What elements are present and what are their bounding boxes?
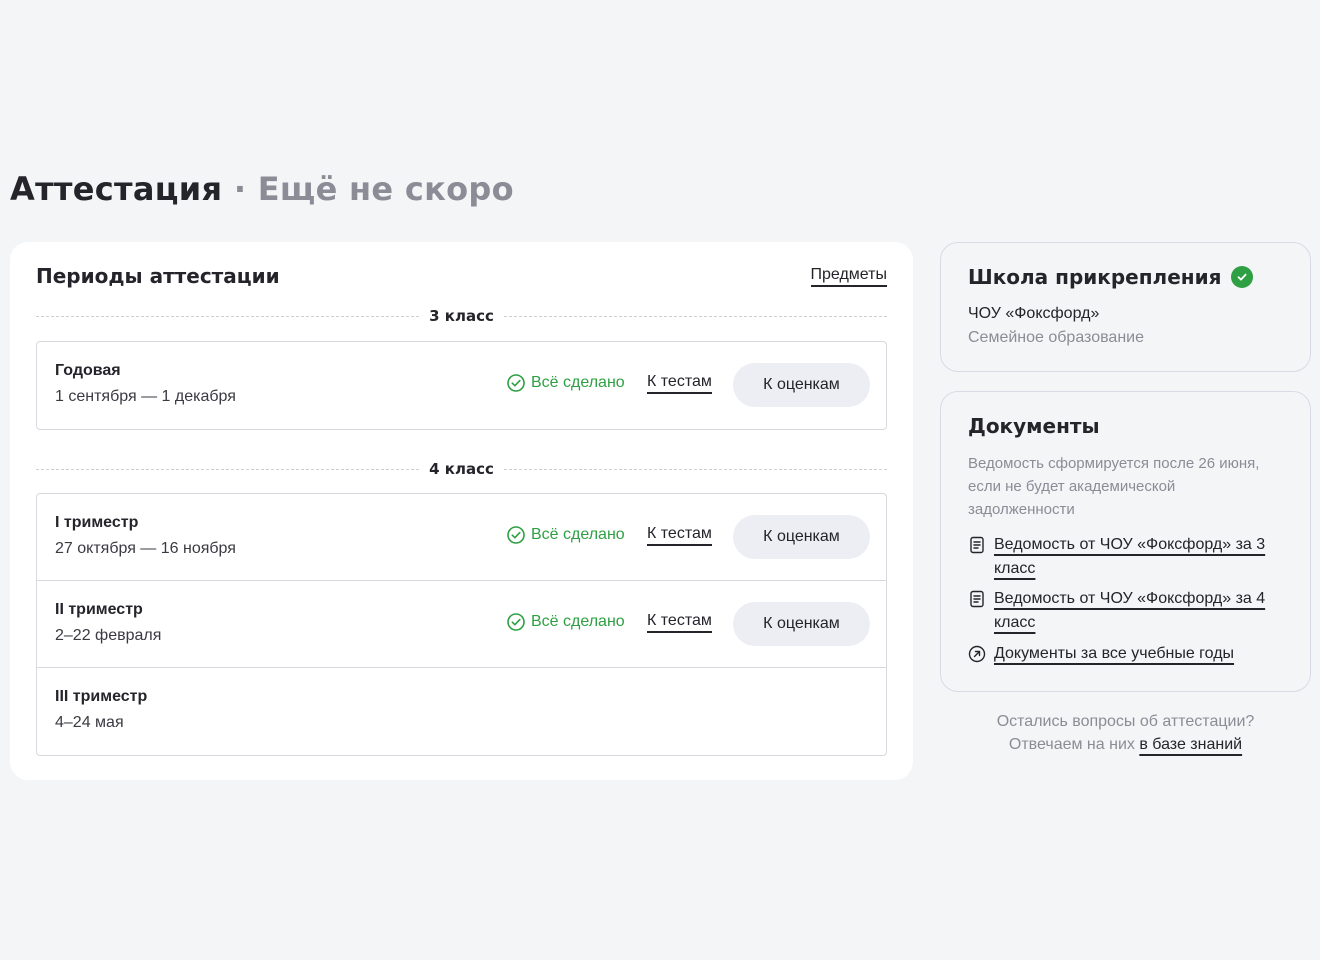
subjects-link[interactable]: Предметы [810, 266, 887, 287]
document-link-grade-3[interactable]: Ведомость от ЧОУ «Фоксфорд» за 3 класс [968, 533, 1288, 581]
help-line-2: Отвечаем на них в базе знаний [940, 733, 1311, 756]
to-grades-button[interactable]: К оценкам [733, 363, 870, 407]
period-dates: 1 сентября — 1 декабря [55, 388, 236, 405]
title-separator: · [233, 170, 247, 208]
school-card: Школа прикрепления ЧОУ «Фоксфорд» Семейн… [940, 242, 1311, 372]
to-grades-button[interactable]: К оценкам [733, 515, 870, 559]
documents-note: Ведомость сформируется после 26 июня, ес… [968, 455, 1260, 518]
period-group: Годовая 1 сентября — 1 декабря Всё сдела… [36, 341, 887, 430]
document-label[interactable]: Ведомость от ЧОУ «Фоксфорд» за 3 класс [994, 533, 1288, 581]
page-title-main: Аттестация [10, 170, 223, 208]
documents-card: Документы Ведомость сформируется после 2… [940, 391, 1311, 692]
status-label: Всё сделано [531, 374, 625, 391]
period-dates: 4–24 мая [55, 714, 124, 731]
period-group: I триместр 27 октября — 16 ноября Всё сд… [36, 493, 887, 756]
grade-divider: 3 класс [36, 306, 888, 326]
grade-label: 3 класс [429, 307, 494, 325]
period-name: II триместр [55, 601, 143, 618]
period-row: I триместр 27 октября — 16 ноября Всё сд… [37, 494, 886, 581]
check-circle-icon [507, 374, 525, 392]
period-row: Годовая 1 сентября — 1 декабря Всё сдела… [37, 342, 886, 429]
period-dates: 2–22 февраля [55, 627, 162, 644]
grade-label: 4 класс [429, 460, 494, 478]
to-tests-link[interactable]: К тестам [647, 373, 712, 394]
help-line-2-prefix: Отвечаем на них [1008, 736, 1135, 753]
school-name: ЧОУ «Фоксфорд» [968, 305, 1100, 322]
to-tests-link[interactable]: К тестам [647, 525, 712, 546]
to-tests-link[interactable]: К тестам [647, 612, 712, 633]
document-icon [970, 536, 984, 554]
period-row: II триместр 2–22 февраля Всё сделано К т… [37, 581, 886, 668]
education-type: Семейное образование [968, 329, 1144, 346]
status-label: Всё сделано [531, 526, 625, 543]
period-name: I триместр [55, 514, 139, 531]
status-done: Всё сделано [507, 613, 625, 631]
school-title-label: Школа прикрепления [968, 265, 1222, 289]
periods-title: Периоды аттестации [36, 264, 280, 288]
arrow-up-right-circle-icon [968, 645, 986, 663]
status-label: Всё сделано [531, 613, 625, 630]
grade-divider: 4 класс [36, 459, 888, 479]
knowledge-base-link[interactable]: в базе знаний [1139, 736, 1242, 753]
period-name: Годовая [55, 362, 121, 379]
check-circle-icon [507, 613, 525, 631]
document-label[interactable]: Ведомость от ЧОУ «Фоксфорд» за 4 класс [994, 587, 1288, 635]
school-title: Школа прикрепления [968, 265, 1254, 289]
check-circle-icon [507, 526, 525, 544]
help-text: Остались вопросы об аттестации? Отвечаем… [940, 710, 1311, 756]
page-subtitle: Ещё не скоро [257, 170, 514, 208]
status-done: Всё сделано [507, 526, 625, 544]
period-name: III триместр [55, 688, 148, 705]
document-icon [970, 590, 984, 608]
verified-check-icon [1231, 266, 1254, 288]
help-line-1: Остались вопросы об аттестации? [996, 713, 1255, 730]
page-title: Аттестация · Ещё не скоро [10, 170, 514, 208]
document-label[interactable]: Документы за все учебные годы [994, 642, 1234, 666]
documents-title: Документы [968, 414, 1100, 438]
status-done: Всё сделано [507, 374, 625, 392]
all-documents-link[interactable]: Документы за все учебные годы [968, 642, 1288, 666]
document-link-grade-4[interactable]: Ведомость от ЧОУ «Фоксфорд» за 4 класс [968, 587, 1288, 635]
to-grades-button[interactable]: К оценкам [733, 602, 870, 646]
period-row: III триместр 4–24 мая [37, 668, 886, 755]
attestation-periods-card: Периоды аттестации Предметы 3 класс Годо… [10, 242, 913, 780]
period-dates: 27 октября — 16 ноября [55, 540, 236, 557]
